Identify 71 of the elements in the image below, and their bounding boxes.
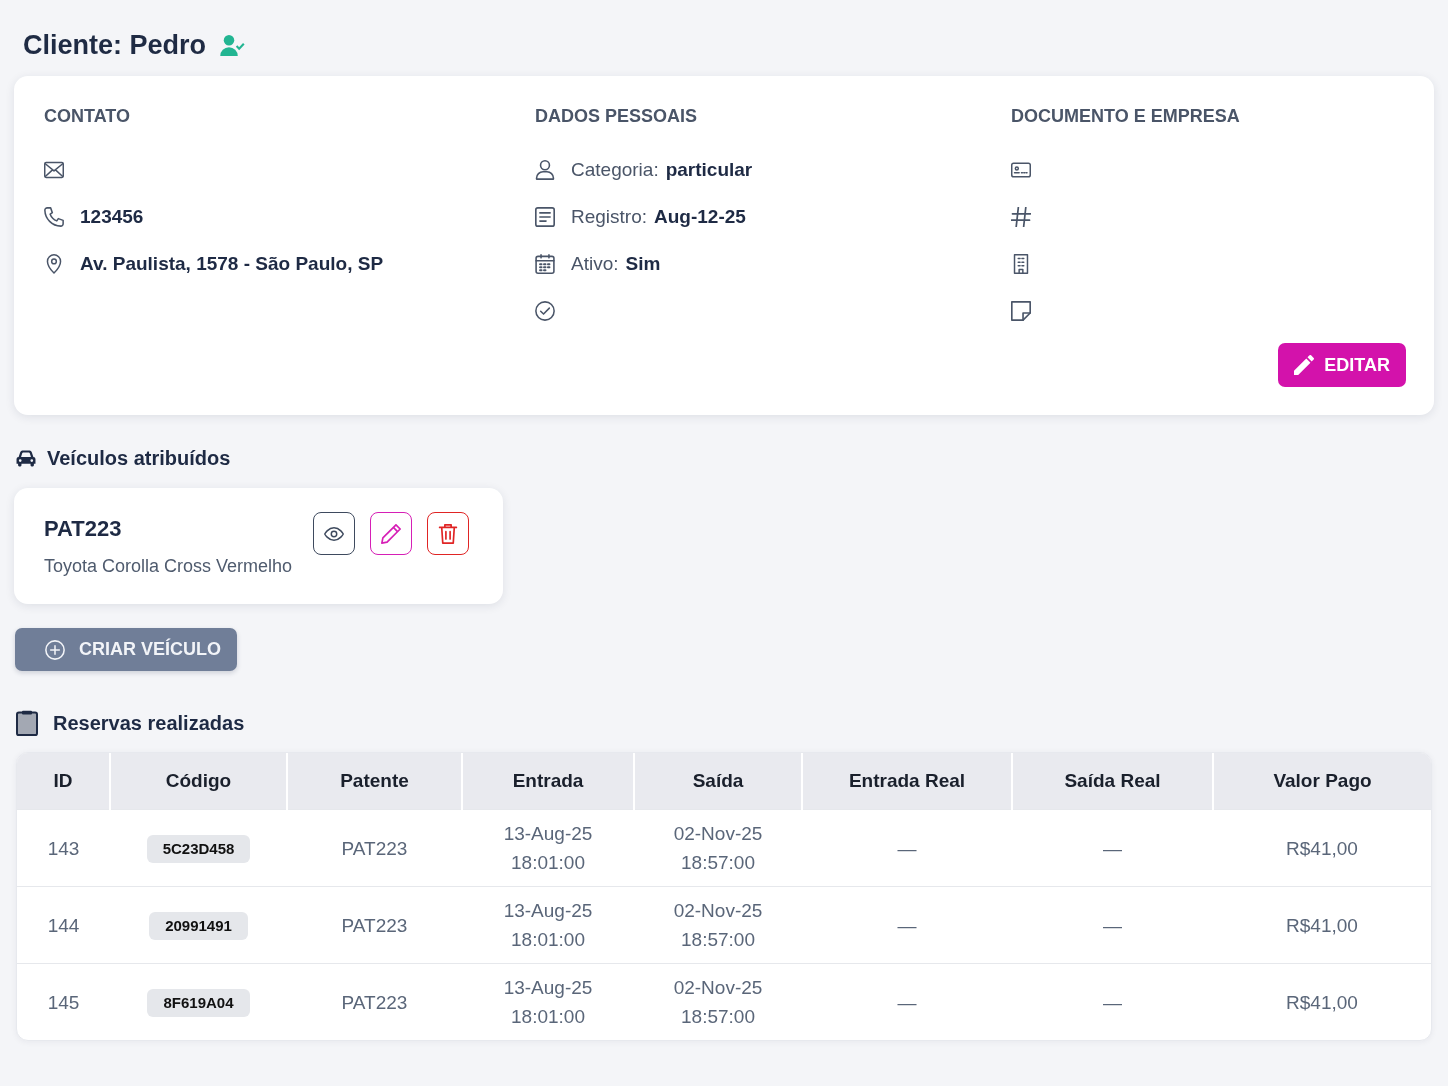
table-cell: 143	[17, 809, 110, 887]
table-cell: 13-Aug-25 18:01:00	[462, 886, 634, 964]
vehicle-plate: PAT223	[44, 516, 123, 542]
clipboard-icon	[16, 710, 38, 736]
calendar-icon	[535, 253, 555, 274]
table-cell: 02-Nov-25 18:57:00	[634, 886, 802, 964]
table-cell: —	[1012, 886, 1213, 964]
table-cell: —	[802, 886, 1012, 964]
delete-button[interactable]	[427, 512, 469, 555]
field-label: Categoria:	[571, 158, 659, 181]
section-heading: CONTATO	[44, 105, 131, 128]
column-header: Saída	[634, 753, 802, 810]
table-cell: R$41,00	[1213, 809, 1431, 887]
table-cell: —	[1012, 809, 1213, 887]
section-title: Reservas realizadas	[53, 711, 245, 735]
edit-vehicle-button[interactable]	[370, 512, 412, 555]
page-title: Cliente: Pedro	[23, 29, 207, 62]
table-cell: 145	[17, 963, 110, 1040]
vehicle-description: Toyota Corolla Cross Vermelho	[44, 555, 293, 578]
field-label: Registro:	[571, 205, 648, 228]
table-cell: PAT223	[287, 886, 462, 964]
table-cell: R$41,00	[1213, 886, 1431, 964]
column-header: Patente	[287, 753, 462, 810]
section-title: Veículos atribuídos	[47, 446, 231, 470]
table-cell: 13-Aug-25 18:01:00	[462, 809, 634, 887]
column-header: Entrada	[462, 753, 634, 810]
building-icon	[1011, 253, 1031, 274]
hash-icon	[1011, 206, 1031, 227]
table-cell: PAT223	[287, 809, 462, 887]
user-check-icon	[220, 34, 246, 56]
note-icon	[1011, 300, 1031, 321]
code-badge: 20991491	[149, 912, 248, 940]
create-vehicle-button[interactable]: CRIAR VEÍCULO	[15, 628, 237, 671]
table-cell: R$41,00	[1213, 963, 1431, 1040]
pencil-icon	[381, 523, 401, 544]
field-value: Sim	[625, 252, 661, 275]
table-cell: 02-Nov-25 18:57:00	[634, 809, 802, 887]
section-heading: DOCUMENTO E EMPRESA	[1011, 105, 1241, 128]
map-pin-icon	[44, 253, 64, 274]
car-icon	[16, 449, 36, 467]
column-header: ID	[17, 753, 110, 810]
person-icon	[535, 159, 555, 180]
table-cell: 02-Nov-25 18:57:00	[634, 963, 802, 1040]
table-cell: —	[1012, 963, 1213, 1040]
field-value: Av. Paulista, 1578 - São Paulo, SP	[80, 252, 384, 275]
document-icon	[535, 206, 555, 227]
field-value: Aug-12-25	[654, 205, 746, 228]
table-cell: —	[802, 809, 1012, 887]
edit-button[interactable]: EDITAR	[1278, 343, 1406, 387]
field-value: 123456	[80, 205, 144, 228]
section-heading: DADOS PESSOAIS	[535, 105, 699, 128]
table-cell: 13-Aug-25 18:01:00	[462, 963, 634, 1040]
plus-circle-icon	[45, 639, 65, 660]
table-cell: 144	[17, 886, 110, 964]
envelope-icon	[44, 159, 64, 180]
field-label: Ativo:	[571, 252, 619, 275]
field-value: particular	[665, 158, 753, 181]
pencil-icon	[1294, 355, 1315, 375]
code-badge: 8F619A04	[147, 989, 250, 1017]
check-circle-icon	[535, 300, 555, 321]
column-header: Saída Real	[1012, 753, 1213, 810]
column-header: Entrada Real	[802, 753, 1012, 810]
phone-icon	[44, 206, 64, 227]
column-header: Valor Pago	[1213, 753, 1431, 810]
column-header: Código	[110, 753, 287, 810]
code-badge: 5C23D458	[146, 835, 251, 863]
table-cell: PAT223	[287, 963, 462, 1040]
view-button[interactable]	[313, 512, 355, 555]
trash-icon	[438, 523, 458, 544]
table-cell: —	[802, 963, 1012, 1040]
id-card-icon	[1011, 159, 1031, 180]
